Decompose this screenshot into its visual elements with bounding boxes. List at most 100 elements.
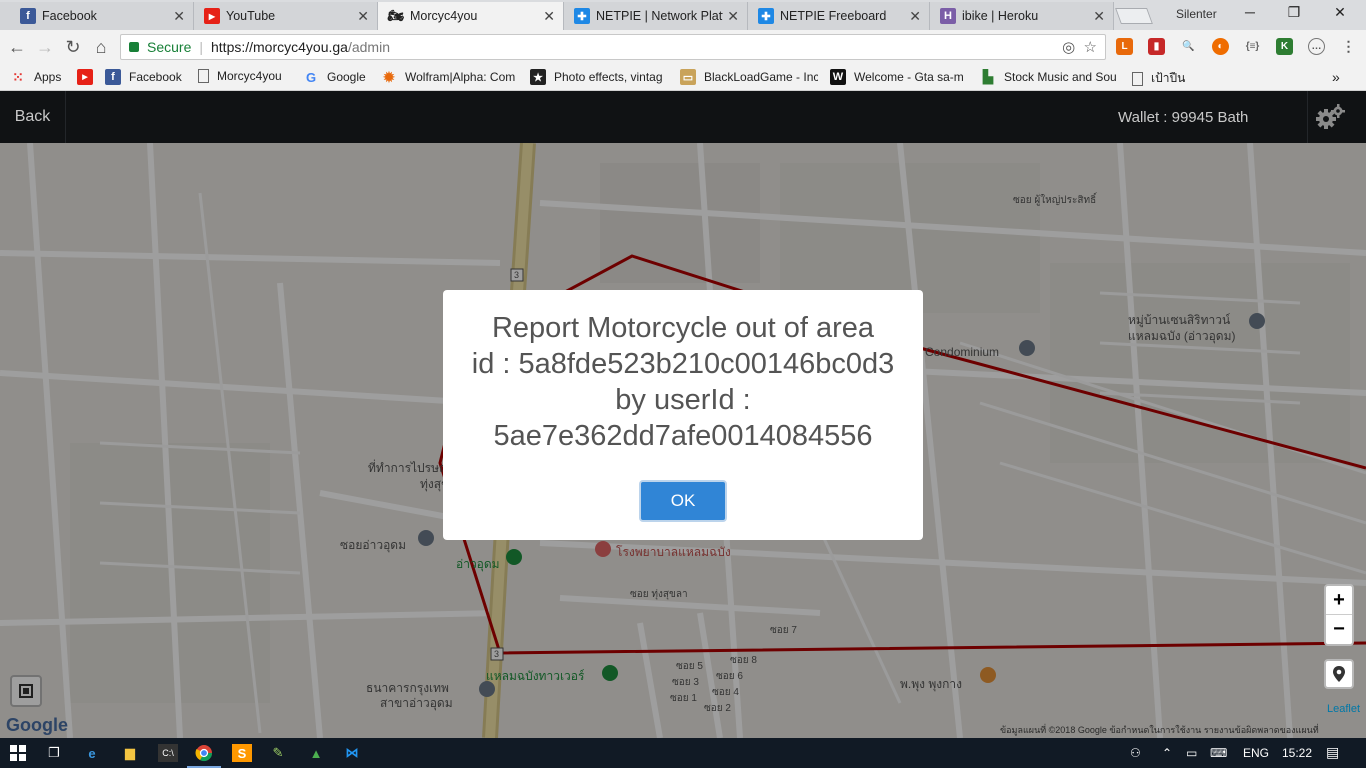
tab-title: NETPIE | Network Platfo xyxy=(596,9,724,23)
url-host: https://morcyc4you.ga xyxy=(211,39,348,55)
leaflet-link[interactable]: Leaflet xyxy=(1327,703,1360,715)
task-view-icon[interactable]: ❐ xyxy=(44,744,64,762)
tab-youtube[interactable]: ▶ YouTube ✕ xyxy=(194,2,378,30)
paint-icon[interactable]: ✎ xyxy=(268,744,288,762)
clock[interactable]: 15:22 xyxy=(1282,746,1312,760)
bookmark-label: Photo effects, vintag xyxy=(554,70,663,84)
netpie-icon: ✚ xyxy=(574,8,590,24)
photo-effects-icon: ★ xyxy=(530,69,546,85)
file-explorer-icon[interactable]: ▆ xyxy=(120,744,140,762)
zoom-control: + − xyxy=(1324,584,1354,646)
restore-icon[interactable]: ❐ xyxy=(1284,4,1304,21)
close-tab-icon[interactable]: ✕ xyxy=(727,8,739,25)
notifications-icon[interactable]: ▤ xyxy=(1326,744,1339,761)
url-path: /admin xyxy=(347,39,390,55)
page-icon xyxy=(1132,71,1143,86)
tab-title: ibike | Heroku xyxy=(962,9,1039,23)
bookmark-label: Stock Music and Sou xyxy=(1004,70,1117,84)
ok-button[interactable]: OK xyxy=(639,480,727,522)
bookmark-morcyc4you[interactable]: Morcyc4you xyxy=(198,69,282,83)
tab-netpie-platform[interactable]: ✚ NETPIE | Network Platfo ✕ xyxy=(564,2,748,30)
apps-grid-icon: ⁙ xyxy=(12,69,24,85)
keyboard-icon[interactable]: ⌨ xyxy=(1210,746,1227,760)
bookmark-google[interactable]: G Google xyxy=(303,69,366,85)
bookmark-thai[interactable]: เป้าปืน xyxy=(1132,69,1185,88)
bookmark-label: Apps xyxy=(34,70,62,84)
battery-icon[interactable]: ▭ xyxy=(1186,746,1197,760)
close-tab-icon[interactable]: ✕ xyxy=(173,8,185,25)
extension-icon[interactable]: 🔍 xyxy=(1180,38,1197,55)
bookmark-gta[interactable]: W Welcome - Gta sa-m xyxy=(830,69,968,85)
arduino-icon[interactable]: ▲ xyxy=(306,744,326,762)
people-icon[interactable]: ⚇ xyxy=(1130,746,1141,760)
bookmark-facebook[interactable]: f Facebook xyxy=(105,69,182,85)
tab-morcyc4you[interactable]: 🏍 Morcyc4you ✕ xyxy=(378,2,564,30)
zoom-in-button[interactable]: + xyxy=(1326,586,1352,615)
sublime-text-icon[interactable]: S xyxy=(232,744,252,762)
tab-title: YouTube xyxy=(226,9,276,23)
bookmark-blackloadgame[interactable]: ▭ BlackLoadGame - Inc xyxy=(680,69,818,85)
vscode-icon[interactable]: ⋈ xyxy=(342,744,362,762)
location-target-icon[interactable]: ◎ xyxy=(1062,39,1075,56)
close-tab-icon[interactable]: ✕ xyxy=(909,8,921,25)
wallet-balance: Wallet : 99945 Bath xyxy=(1108,91,1308,143)
google-icon: G xyxy=(305,69,317,85)
close-tab-icon[interactable]: ✕ xyxy=(543,8,555,25)
tab-netpie-freeboard[interactable]: ✚ NETPIE Freeboard ✕ xyxy=(748,2,930,30)
wolfram-icon: ✹ xyxy=(383,69,395,85)
back-button[interactable]: Back xyxy=(0,91,66,143)
alert-dialog: Report Motorcycle out of area id : 5a8fd… xyxy=(443,290,923,540)
close-window-icon[interactable]: ✕ xyxy=(1330,4,1350,21)
menu-icon[interactable]: ⋮ xyxy=(1340,38,1357,55)
bookmark-youtube[interactable]: ▶ xyxy=(77,69,101,85)
blackload-icon: ▭ xyxy=(680,69,696,85)
facebook-icon: f xyxy=(20,8,36,24)
bookmark-photo-effects[interactable]: ★ Photo effects, vintag xyxy=(530,69,668,85)
home-icon[interactable]: ⌂ xyxy=(90,37,112,57)
bookmark-label: Facebook xyxy=(129,70,182,84)
address-bar[interactable]: Secure | https://morcyc4you.ga/admin ◎ ☆ xyxy=(120,34,1106,60)
chrome-icon[interactable] xyxy=(194,744,214,762)
minimize-icon[interactable]: ─ xyxy=(1240,4,1260,20)
new-tab-button[interactable] xyxy=(1115,8,1153,24)
browser-tab-strip: f Facebook ✕ ▶ YouTube ✕ 🏍 Morcyc4you ✕ … xyxy=(0,0,1366,30)
alert-message: Report Motorcycle out of area id : 5a8fd… xyxy=(471,312,895,452)
tab-title: Morcyc4you xyxy=(410,9,478,23)
browser-toolbar: ← → ↻ ⌂ Secure | https://morcyc4you.ga/a… xyxy=(0,30,1366,64)
bookmark-star-icon[interactable]: ☆ xyxy=(1084,39,1097,56)
windows-start-icon[interactable] xyxy=(8,744,28,762)
locate-me-button[interactable] xyxy=(1324,659,1354,689)
youtube-icon: ▶ xyxy=(77,69,93,85)
windows-taskbar: ❐ e ▆ C:\ S ✎ ▲ ⋈ ⚇ ⌃ ▭ ⌨ ENG 15:22 ▤ xyxy=(0,738,1366,768)
bookmark-apps[interactable]: ⁙ Apps xyxy=(10,69,61,85)
close-tab-icon[interactable]: ✕ xyxy=(357,8,369,25)
extension-icon[interactable]: K xyxy=(1276,38,1293,55)
profile-name[interactable]: Silenter xyxy=(1176,7,1217,21)
extension-icon[interactable]: L xyxy=(1116,38,1133,55)
forward-arrow-icon[interactable]: → xyxy=(34,37,56,57)
bookmark-label: เป้าปืน xyxy=(1151,71,1186,85)
bookmark-stock-music[interactable]: ▙ Stock Music and Sou xyxy=(980,69,1120,85)
tab-title: NETPIE Freeboard xyxy=(780,9,887,23)
more-bookmarks-icon[interactable]: » xyxy=(1332,69,1340,85)
back-arrow-icon[interactable]: ← xyxy=(6,37,28,57)
settings-gear-icon[interactable] xyxy=(1312,102,1348,132)
tab-facebook[interactable]: f Facebook ✕ xyxy=(0,2,194,30)
language-indicator[interactable]: ENG xyxy=(1243,746,1269,760)
extension-icon[interactable]: ◐ xyxy=(1212,38,1229,55)
zoom-out-button[interactable]: − xyxy=(1326,615,1352,644)
netpie-icon: ✚ xyxy=(758,8,774,24)
tab-ibike-heroku[interactable]: H ibike | Heroku ✕ xyxy=(930,2,1114,30)
secure-label: Secure xyxy=(147,39,192,55)
reload-icon[interactable]: ↻ xyxy=(62,37,84,57)
extension-icon[interactable]: ▮ xyxy=(1148,38,1165,55)
page-icon xyxy=(198,69,209,83)
command-prompt-icon[interactable]: C:\ xyxy=(158,744,178,762)
bookmark-wolfram[interactable]: ✹ Wolfram|Alpha: Com xyxy=(381,69,519,85)
edge-icon[interactable]: e xyxy=(82,744,102,762)
extension-icon[interactable]: {≡} xyxy=(1244,38,1261,55)
bookmarks-bar: ⁙ Apps ▶ f Facebook Morcyc4you G Google … xyxy=(0,64,1366,91)
close-tab-icon[interactable]: ✕ xyxy=(1093,8,1105,25)
extension-icon[interactable]: … xyxy=(1308,38,1325,55)
show-hidden-icons-icon[interactable]: ⌃ xyxy=(1162,746,1172,760)
